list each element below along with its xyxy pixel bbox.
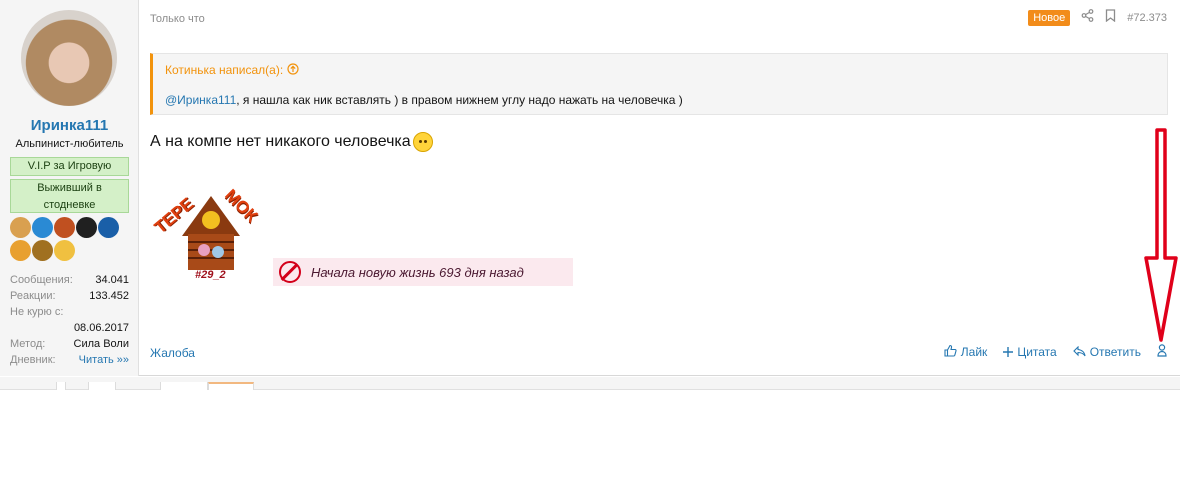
user-sidebar: Иринка111 Альпинист-любитель V.I.P за Иг… bbox=[0, 0, 139, 376]
message-text: А на компе нет никакого человечка bbox=[150, 133, 411, 150]
user-mention[interactable]: @Иринка111 bbox=[165, 93, 236, 107]
reply-arrow-icon bbox=[1072, 345, 1086, 360]
horse-award-icon[interactable] bbox=[54, 217, 75, 238]
teremok-number: #29_2 bbox=[195, 269, 226, 281]
post-number-link[interactable]: #72.373 bbox=[1127, 12, 1167, 24]
strip-tab[interactable] bbox=[88, 382, 116, 390]
quote-text: @Иринка111, я нашла как ник вставлять ) … bbox=[165, 93, 683, 107]
people-award-icon[interactable] bbox=[98, 217, 119, 238]
stat-label: Реакции: bbox=[10, 290, 56, 302]
quote-label: Цитата bbox=[1017, 345, 1057, 359]
user-title: Альпинист-любитель bbox=[15, 138, 124, 150]
no-smoking-icon bbox=[279, 261, 301, 283]
post-main: Только что Новое #72.373 Котинька написа… bbox=[150, 0, 1170, 376]
strip-tab[interactable] bbox=[160, 382, 208, 390]
post-time[interactable]: Только что bbox=[150, 13, 205, 25]
quote-content: , я нашла как ник вставлять ) в правом н… bbox=[236, 93, 683, 107]
post-actions: Лайк Цитата Ответить bbox=[944, 344, 1167, 360]
cake-award-icon[interactable] bbox=[10, 217, 31, 238]
username[interactable]: Иринка111 bbox=[0, 117, 139, 134]
report-button[interactable]: Жалоба bbox=[150, 346, 195, 360]
share-icon[interactable] bbox=[1081, 9, 1094, 26]
bookmark-icon[interactable] bbox=[1105, 9, 1116, 26]
diary-link[interactable]: Читать »» bbox=[79, 352, 129, 368]
arrow-up-circle-icon[interactable] bbox=[286, 63, 299, 77]
stat-reactions: Реакции: 133.452 bbox=[10, 288, 129, 304]
stat-label: Сообщения: bbox=[10, 274, 73, 286]
stat-value: 08.06.2017 bbox=[73, 322, 129, 334]
stat-value: 34.041 bbox=[95, 274, 129, 286]
quote-header[interactable]: Котинька написал(а): bbox=[165, 63, 299, 77]
new-badge: Новое bbox=[1028, 9, 1071, 26]
virus-award-icon[interactable] bbox=[76, 217, 97, 238]
next-post-tabs bbox=[0, 377, 1180, 390]
stat-no-smoke: Не курю с: bbox=[10, 304, 129, 320]
mention-user-button[interactable] bbox=[1157, 344, 1167, 360]
user-banner-vip: V.I.P за Игровую bbox=[10, 157, 129, 176]
teremok-signature-image: ТЕРЕ МОК #29_2 bbox=[151, 178, 270, 282]
strip-tab-active[interactable] bbox=[208, 382, 254, 390]
avatar[interactable] bbox=[21, 10, 117, 106]
annotation-arrow bbox=[1144, 128, 1178, 342]
stat-label: Не курю с: bbox=[10, 306, 64, 318]
stat-diary: Дневник: Читать »» bbox=[10, 352, 129, 368]
worried-face-icon bbox=[412, 132, 433, 152]
smoke-free-text: Начала новую жизнь 693 дня назад bbox=[311, 264, 524, 280]
stat-value: 133.452 bbox=[89, 290, 129, 302]
person-award-icon[interactable] bbox=[32, 217, 53, 238]
stat-value: Сила Воли bbox=[73, 338, 129, 350]
stat-label: Метод: bbox=[10, 338, 46, 350]
gear-award-icon[interactable] bbox=[32, 240, 53, 261]
plus-icon bbox=[1003, 345, 1014, 360]
awards-list bbox=[10, 217, 129, 263]
reply-label: Ответить bbox=[1089, 345, 1141, 359]
emblem-award-icon[interactable] bbox=[10, 240, 31, 261]
medal-award-icon[interactable] bbox=[54, 240, 75, 261]
quote-author[interactable]: Котинька написал(а): bbox=[165, 63, 283, 77]
user-banner-survivor: Выживший в стодневке bbox=[10, 179, 129, 213]
like-label: Лайк bbox=[960, 345, 988, 359]
reply-button[interactable]: Ответить bbox=[1072, 345, 1141, 360]
forum-post: Иринка111 Альпинист-любитель V.I.P за Иг… bbox=[0, 0, 1180, 376]
quote-button[interactable]: Цитата bbox=[1003, 345, 1057, 360]
stat-label: Дневник: bbox=[10, 354, 56, 366]
post-header-actions: Новое #72.373 bbox=[1028, 9, 1167, 26]
user-stats: Сообщения: 34.041 Реакции: 133.452 Не ку… bbox=[10, 272, 129, 368]
thumbs-up-icon bbox=[944, 344, 957, 360]
stat-method: Метод: Сила Воли bbox=[10, 336, 129, 352]
like-button[interactable]: Лайк bbox=[944, 344, 988, 360]
quote-block: Котинька написал(а): @Иринка111, я нашла… bbox=[150, 53, 1168, 115]
strip-tab[interactable] bbox=[56, 382, 66, 390]
person-icon bbox=[1157, 344, 1167, 360]
smoke-free-banner: Начала новую жизнь 693 дня назад bbox=[273, 258, 573, 286]
stat-messages: Сообщения: 34.041 bbox=[10, 272, 129, 288]
message-body: А на компе нет никакого человечка bbox=[150, 132, 433, 152]
